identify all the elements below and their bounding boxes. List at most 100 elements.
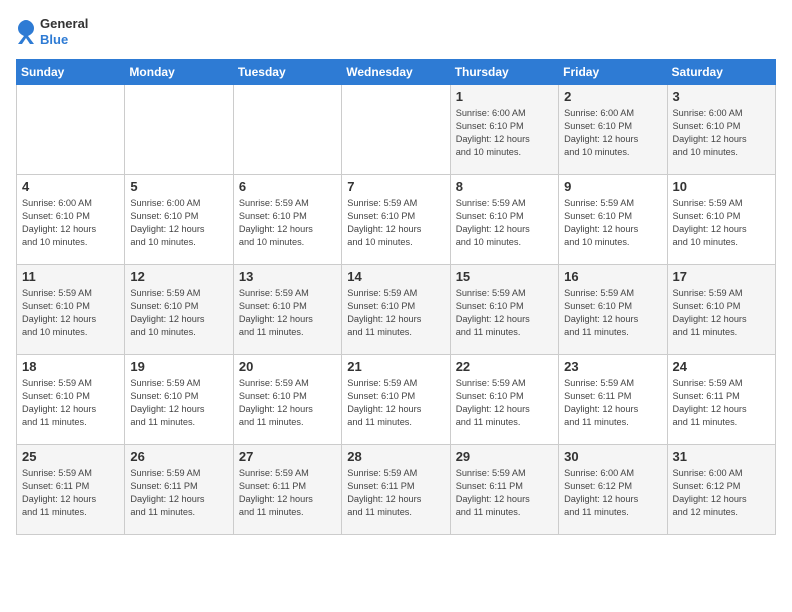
- calendar-cell: 10Sunrise: 5:59 AM Sunset: 6:10 PM Dayli…: [667, 175, 775, 265]
- calendar-cell: 4Sunrise: 6:00 AM Sunset: 6:10 PM Daylig…: [17, 175, 125, 265]
- day-number: 23: [564, 359, 661, 374]
- calendar-cell: 20 Sunrise: 5:59 AM Sunset: 6:10 PM Dayli…: [233, 355, 341, 445]
- calendar-cell: 31 Sunrise: 6:00 AM Sunset: 6:12 PM Dayli…: [667, 445, 775, 535]
- day-info: Sunrise: 5:59 AM Sunset: 6:11 PM Dayligh…: [456, 467, 553, 519]
- calendar-cell: [125, 85, 233, 175]
- day-number: 19: [130, 359, 227, 374]
- calendar-week-1: 1 Sunrise: 6:00 AM Sunset: 6:10 PM Daylig…: [17, 85, 776, 175]
- day-info: Sunrise: 6:00 AM Sunset: 6:12 PM Dayligh…: [673, 467, 770, 519]
- day-number: 20: [239, 359, 336, 374]
- day-number: 24: [673, 359, 770, 374]
- day-number: 1: [456, 89, 553, 104]
- day-number: 16: [564, 269, 661, 284]
- day-number: 9: [564, 179, 661, 194]
- logo: General Blue: [16, 16, 88, 47]
- weekday-header-sunday: Sunday: [17, 60, 125, 85]
- weekday-header-wednesday: Wednesday: [342, 60, 450, 85]
- day-number: 3: [673, 89, 770, 104]
- day-info: Sunrise: 5:59 AM Sunset: 6:11 PM Dayligh…: [564, 377, 661, 429]
- day-info: Sunrise: 6:00 AM Sunset: 6:10 PM Dayligh…: [673, 107, 770, 159]
- day-number: 22: [456, 359, 553, 374]
- calendar-cell: 22 Sunrise: 5:59 AM Sunset: 6:10 PM Dayli…: [450, 355, 558, 445]
- calendar-week-3: 11 Sunrise: 5:59 AM Sunset: 6:10 PM Dayli…: [17, 265, 776, 355]
- day-number: 21: [347, 359, 444, 374]
- calendar-cell: 30 Sunrise: 6:00 AM Sunset: 6:12 PM Dayli…: [559, 445, 667, 535]
- weekday-header-tuesday: Tuesday: [233, 60, 341, 85]
- calendar-cell: 12 Sunrise: 5:59 AM Sunset: 6:10 PM Dayli…: [125, 265, 233, 355]
- weekday-header-thursday: Thursday: [450, 60, 558, 85]
- day-info: Sunrise: 5:59 AM Sunset: 6:10 PM Dayligh…: [456, 197, 553, 249]
- day-number: 29: [456, 449, 553, 464]
- day-info: Sunrise: 5:59 AM Sunset: 6:11 PM Dayligh…: [347, 467, 444, 519]
- calendar-cell: 11 Sunrise: 5:59 AM Sunset: 6:10 PM Dayli…: [17, 265, 125, 355]
- day-info: Sunrise: 5:59 AM Sunset: 6:10 PM Dayligh…: [239, 197, 336, 249]
- day-info: Sunrise: 6:00 AM Sunset: 6:10 PM Dayligh…: [456, 107, 553, 159]
- day-info: Sunrise: 5:59 AM Sunset: 6:11 PM Dayligh…: [673, 377, 770, 429]
- calendar-cell: 5 Sunrise: 6:00 AM Sunset: 6:10 PM Daylig…: [125, 175, 233, 265]
- day-number: 25: [22, 449, 119, 464]
- calendar-cell: 18 Sunrise: 5:59 AM Sunset: 6:10 PM Dayli…: [17, 355, 125, 445]
- calendar-cell: 24 Sunrise: 5:59 AM Sunset: 6:11 PM Dayli…: [667, 355, 775, 445]
- calendar-cell: 1 Sunrise: 6:00 AM Sunset: 6:10 PM Daylig…: [450, 85, 558, 175]
- day-info: Sunrise: 5:59 AM Sunset: 6:10 PM Dayligh…: [22, 377, 119, 429]
- calendar-cell: 29 Sunrise: 5:59 AM Sunset: 6:11 PM Dayli…: [450, 445, 558, 535]
- calendar-cell: 9 Sunrise: 5:59 AM Sunset: 6:10 PM Daylig…: [559, 175, 667, 265]
- day-info: Sunrise: 6:00 AM Sunset: 6:10 PM Dayligh…: [22, 197, 119, 249]
- day-info: Sunrise: 5:59 AM Sunset: 6:10 PM Dayligh…: [456, 287, 553, 339]
- weekday-header-monday: Monday: [125, 60, 233, 85]
- day-number: 31: [673, 449, 770, 464]
- day-number: 8: [456, 179, 553, 194]
- day-number: 15: [456, 269, 553, 284]
- day-number: 12: [130, 269, 227, 284]
- calendar-cell: 26Sunrise: 5:59 AM Sunset: 6:11 PM Dayli…: [125, 445, 233, 535]
- calendar-cell: 28 Sunrise: 5:59 AM Sunset: 6:11 PM Dayli…: [342, 445, 450, 535]
- day-info: Sunrise: 5:59 AM Sunset: 6:10 PM Dayligh…: [347, 197, 444, 249]
- calendar-cell: 23 Sunrise: 5:59 AM Sunset: 6:11 PM Dayli…: [559, 355, 667, 445]
- calendar-cell: 21 Sunrise: 5:59 AM Sunset: 6:10 PM Dayli…: [342, 355, 450, 445]
- day-number: 30: [564, 449, 661, 464]
- day-number: 13: [239, 269, 336, 284]
- day-info: Sunrise: 5:59 AM Sunset: 6:10 PM Dayligh…: [564, 197, 661, 249]
- day-number: 5: [130, 179, 227, 194]
- calendar-body: 1 Sunrise: 6:00 AM Sunset: 6:10 PM Daylig…: [17, 85, 776, 535]
- day-info: Sunrise: 5:59 AM Sunset: 6:10 PM Dayligh…: [564, 287, 661, 339]
- day-number: 14: [347, 269, 444, 284]
- day-number: 6: [239, 179, 336, 194]
- day-number: 18: [22, 359, 119, 374]
- day-info: Sunrise: 5:59 AM Sunset: 6:10 PM Dayligh…: [239, 287, 336, 339]
- day-info: Sunrise: 5:59 AM Sunset: 6:10 PM Dayligh…: [673, 197, 770, 249]
- calendar-cell: 3 Sunrise: 6:00 AM Sunset: 6:10 PM Daylig…: [667, 85, 775, 175]
- calendar-cell: 27 Sunrise: 5:59 AM Sunset: 6:11 PM Dayli…: [233, 445, 341, 535]
- day-number: 27: [239, 449, 336, 464]
- weekday-header-friday: Friday: [559, 60, 667, 85]
- calendar-week-2: 4Sunrise: 6:00 AM Sunset: 6:10 PM Daylig…: [17, 175, 776, 265]
- day-number: 28: [347, 449, 444, 464]
- day-info: Sunrise: 5:59 AM Sunset: 6:10 PM Dayligh…: [130, 287, 227, 339]
- day-info: Sunrise: 5:59 AM Sunset: 6:10 PM Dayligh…: [22, 287, 119, 339]
- calendar-cell: 17Sunrise: 5:59 AM Sunset: 6:10 PM Dayli…: [667, 265, 775, 355]
- day-info: Sunrise: 5:59 AM Sunset: 6:10 PM Dayligh…: [347, 377, 444, 429]
- calendar-header-row: SundayMondayTuesdayWednesdayThursdayFrid…: [17, 60, 776, 85]
- calendar-cell: 13 Sunrise: 5:59 AM Sunset: 6:10 PM Dayli…: [233, 265, 341, 355]
- day-info: Sunrise: 5:59 AM Sunset: 6:11 PM Dayligh…: [239, 467, 336, 519]
- calendar-cell: 2Sunrise: 6:00 AM Sunset: 6:10 PM Daylig…: [559, 85, 667, 175]
- day-info: Sunrise: 5:59 AM Sunset: 6:10 PM Dayligh…: [347, 287, 444, 339]
- calendar-week-4: 18 Sunrise: 5:59 AM Sunset: 6:10 PM Dayli…: [17, 355, 776, 445]
- day-info: Sunrise: 5:59 AM Sunset: 6:11 PM Dayligh…: [22, 467, 119, 519]
- day-number: 11: [22, 269, 119, 284]
- day-number: 26: [130, 449, 227, 464]
- weekday-header-saturday: Saturday: [667, 60, 775, 85]
- calendar-week-5: 25 Sunrise: 5:59 AM Sunset: 6:11 PM Dayli…: [17, 445, 776, 535]
- logo-blue: Blue: [40, 32, 88, 48]
- calendar-cell: [233, 85, 341, 175]
- calendar-cell: 8 Sunrise: 5:59 AM Sunset: 6:10 PM Daylig…: [450, 175, 558, 265]
- calendar-table: SundayMondayTuesdayWednesdayThursdayFrid…: [16, 59, 776, 535]
- day-info: Sunrise: 5:59 AM Sunset: 6:10 PM Dayligh…: [130, 377, 227, 429]
- day-number: 7: [347, 179, 444, 194]
- day-info: Sunrise: 6:00 AM Sunset: 6:12 PM Dayligh…: [564, 467, 661, 519]
- day-info: Sunrise: 6:00 AM Sunset: 6:10 PM Dayligh…: [130, 197, 227, 249]
- day-info: Sunrise: 6:00 AM Sunset: 6:10 PM Dayligh…: [564, 107, 661, 159]
- day-info: Sunrise: 5:59 AM Sunset: 6:10 PM Dayligh…: [239, 377, 336, 429]
- calendar-cell: [342, 85, 450, 175]
- day-info: Sunrise: 5:59 AM Sunset: 6:10 PM Dayligh…: [456, 377, 553, 429]
